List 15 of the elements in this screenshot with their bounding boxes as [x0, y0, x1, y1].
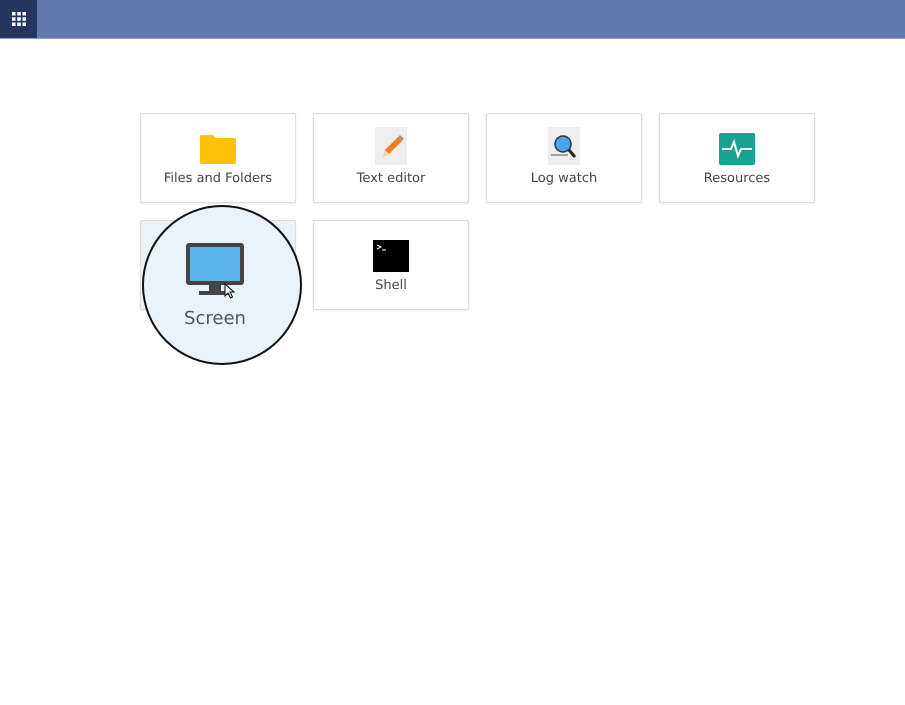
- magnifier-icon: [548, 127, 580, 165]
- app-tile[interactable]: Resources: [659, 113, 815, 203]
- folder-icon: [198, 133, 238, 165]
- terminal-icon: [373, 240, 409, 272]
- tile-label: Screen: [184, 308, 246, 328]
- cursor-icon: [224, 283, 235, 299]
- app-tile[interactable]: Files and Folders: [140, 113, 296, 203]
- app-tile[interactable]: Shell: [313, 220, 469, 310]
- app-tile[interactable]: Text editor: [313, 113, 469, 203]
- apps-menu-button[interactable]: [0, 0, 37, 38]
- pulse-icon: [719, 133, 755, 165]
- monitor-icon: [185, 242, 245, 296]
- grid-icon: [12, 12, 26, 26]
- app-tile[interactable]: Log watch: [486, 113, 642, 203]
- pencil-icon: [375, 127, 407, 165]
